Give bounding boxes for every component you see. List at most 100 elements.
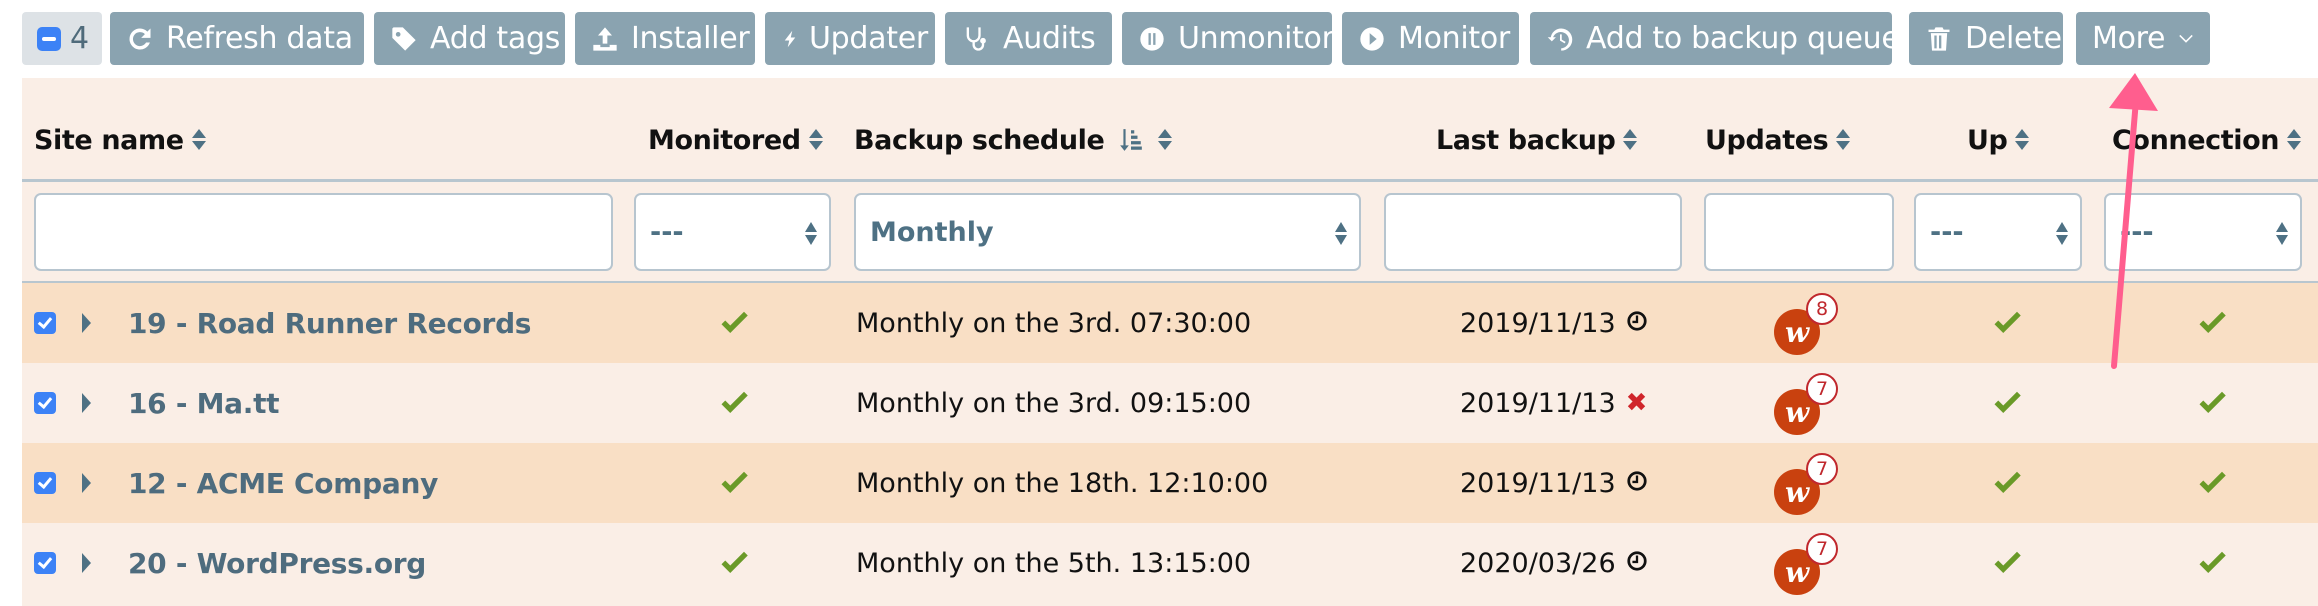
backup-schedule-text: Monthly on the 5th. 13:15:00: [856, 547, 1252, 579]
bolt-icon: [781, 24, 799, 54]
more-dropdown-button[interactable]: More: [2076, 12, 2210, 65]
up-check-icon: [1992, 443, 2022, 523]
connection-check-icon: [2197, 363, 2227, 443]
selection-count-toggle[interactable]: 4: [22, 12, 102, 65]
monitored-check-icon: [719, 283, 749, 363]
monitored-filter-select[interactable]: ---: [634, 193, 831, 271]
updater-button[interactable]: Updater: [765, 12, 935, 65]
row-checkbox[interactable]: [34, 392, 56, 414]
wordpress-updates[interactable]: w 7: [1774, 453, 1854, 515]
delete-button[interactable]: Delete: [1909, 12, 2063, 65]
updates-count-badge: 7: [1806, 453, 1838, 485]
monitored-check-icon: [719, 363, 749, 443]
sort-icon[interactable]: [2015, 128, 2030, 152]
add-to-backup-queue-button[interactable]: Add to backup queue: [1530, 12, 1900, 65]
expand-row-icon[interactable]: [82, 553, 91, 573]
history-icon: [1546, 24, 1574, 54]
select-arrows-icon: [805, 222, 819, 246]
unmonitor-button[interactable]: Unmonitor: [1122, 12, 1334, 65]
column-header-updates[interactable]: Updates: [1705, 120, 1851, 160]
last-backup-filter-input[interactable]: [1384, 193, 1682, 271]
site-name-filter-input[interactable]: [34, 193, 613, 271]
select-arrows-icon: [2276, 222, 2290, 246]
up-check-icon: [1992, 363, 2022, 443]
sort-icon[interactable]: [1158, 128, 1173, 152]
select-arrows-icon: [1335, 222, 1349, 246]
upload-icon: [591, 24, 619, 54]
site-name-link[interactable]: 19 - Road Runner Records: [128, 307, 531, 340]
connection-filter-select[interactable]: ---: [2104, 193, 2302, 271]
updates-count-badge: 8: [1806, 293, 1838, 325]
add-tags-button[interactable]: Add tags: [374, 12, 565, 65]
deselect-all-checkbox-icon[interactable]: [37, 26, 61, 51]
monitor-button[interactable]: Monitor: [1342, 12, 1519, 65]
chevron-down-icon: [2177, 24, 2195, 54]
connection-check-icon: [2197, 443, 2227, 523]
select-arrows-icon: [2056, 222, 2070, 246]
updates-count-badge: 7: [1806, 373, 1838, 405]
wordpress-updates[interactable]: w 7: [1774, 373, 1854, 435]
sort-amount-down-icon[interactable]: [1118, 126, 1144, 154]
last-backup-date: 2019/11/13: [1460, 467, 1616, 499]
site-name-link[interactable]: 20 - WordPress.org: [128, 547, 426, 580]
installer-button[interactable]: Installer: [575, 12, 755, 65]
connection-check-icon: [2197, 283, 2227, 363]
stethoscope-icon: [961, 24, 991, 54]
sort-icon[interactable]: [1836, 128, 1851, 152]
trash-icon: [1925, 24, 1953, 54]
up-check-icon: [1992, 523, 2022, 603]
column-header-monitored[interactable]: Monitored: [648, 120, 823, 160]
table-row[interactable]: 20 - WordPress.org Monthly on the 5th. 1…: [22, 523, 2318, 603]
up-filter-select[interactable]: ---: [1914, 193, 2082, 271]
sort-icon[interactable]: [808, 128, 823, 152]
audits-button[interactable]: Audits: [945, 12, 1112, 65]
column-header-site-name[interactable]: Site name: [34, 120, 206, 160]
expand-row-icon[interactable]: [82, 473, 91, 493]
backup-schedule-filter-select[interactable]: Monthly: [854, 193, 1361, 271]
table-row[interactable]: 19 - Road Runner Records Monthly on the …: [22, 283, 2318, 363]
row-checkbox[interactable]: [34, 472, 56, 494]
backup-schedule-text: Monthly on the 3rd. 09:15:00: [856, 387, 1252, 419]
backup-schedule-text: Monthly on the 18th. 12:10:00: [856, 467, 1269, 499]
monitored-check-icon: [719, 443, 749, 523]
sort-icon[interactable]: [1623, 128, 1638, 152]
table-row[interactable]: 16 - Ma.tt Monthly on the 3rd. 09:15:00 …: [22, 363, 2318, 443]
expand-row-icon[interactable]: [82, 313, 91, 333]
tag-icon: [390, 24, 418, 54]
column-header-backup-schedule[interactable]: Backup schedule: [854, 120, 1173, 160]
clock-icon: [1626, 468, 1648, 499]
selected-count: 4: [70, 21, 90, 56]
last-backup-date: 2019/11/13: [1460, 387, 1616, 419]
updates-count-badge: 7: [1806, 533, 1838, 565]
wordpress-updates[interactable]: w 8: [1774, 293, 1854, 355]
backup-failed-icon: ✖: [1625, 388, 1648, 418]
table-row[interactable]: 12 - ACME Company Monthly on the 18th. 1…: [22, 443, 2318, 523]
pause-circle-icon: [1138, 24, 1166, 54]
backup-schedule-text: Monthly on the 3rd. 07:30:00: [856, 307, 1252, 339]
refresh-icon: [126, 24, 154, 54]
clock-icon: [1626, 308, 1648, 339]
site-name-link[interactable]: 16 - Ma.tt: [128, 387, 280, 420]
site-name-link[interactable]: 12 - ACME Company: [128, 467, 438, 500]
wordpress-updates[interactable]: w 7: [1774, 533, 1854, 595]
row-checkbox[interactable]: [34, 552, 56, 574]
column-header-up[interactable]: Up: [1967, 120, 2030, 160]
refresh-data-button[interactable]: Refresh data: [110, 12, 364, 65]
updates-filter-input[interactable]: [1704, 193, 1894, 271]
play-circle-icon: [1358, 24, 1386, 54]
monitored-check-icon: [719, 523, 749, 603]
bulk-actions-toolbar: 4 Refresh data Add tags Installer Update…: [0, 0, 2318, 78]
column-header-connection[interactable]: Connection: [2112, 120, 2302, 160]
last-backup-date: 2020/03/26: [1460, 547, 1616, 579]
expand-row-icon[interactable]: [82, 393, 91, 413]
column-header-last-backup[interactable]: Last backup: [1436, 120, 1638, 160]
header-divider: [22, 179, 2318, 182]
sort-icon[interactable]: [2287, 128, 2302, 152]
clock-icon: [1626, 548, 1648, 579]
sites-table: Site name Monitored Backup schedule Last…: [22, 78, 2318, 606]
connection-check-icon: [2197, 523, 2227, 603]
row-checkbox[interactable]: [34, 312, 56, 334]
up-check-icon: [1992, 283, 2022, 363]
last-backup-date: 2019/11/13: [1460, 307, 1616, 339]
sort-icon[interactable]: [191, 128, 206, 152]
